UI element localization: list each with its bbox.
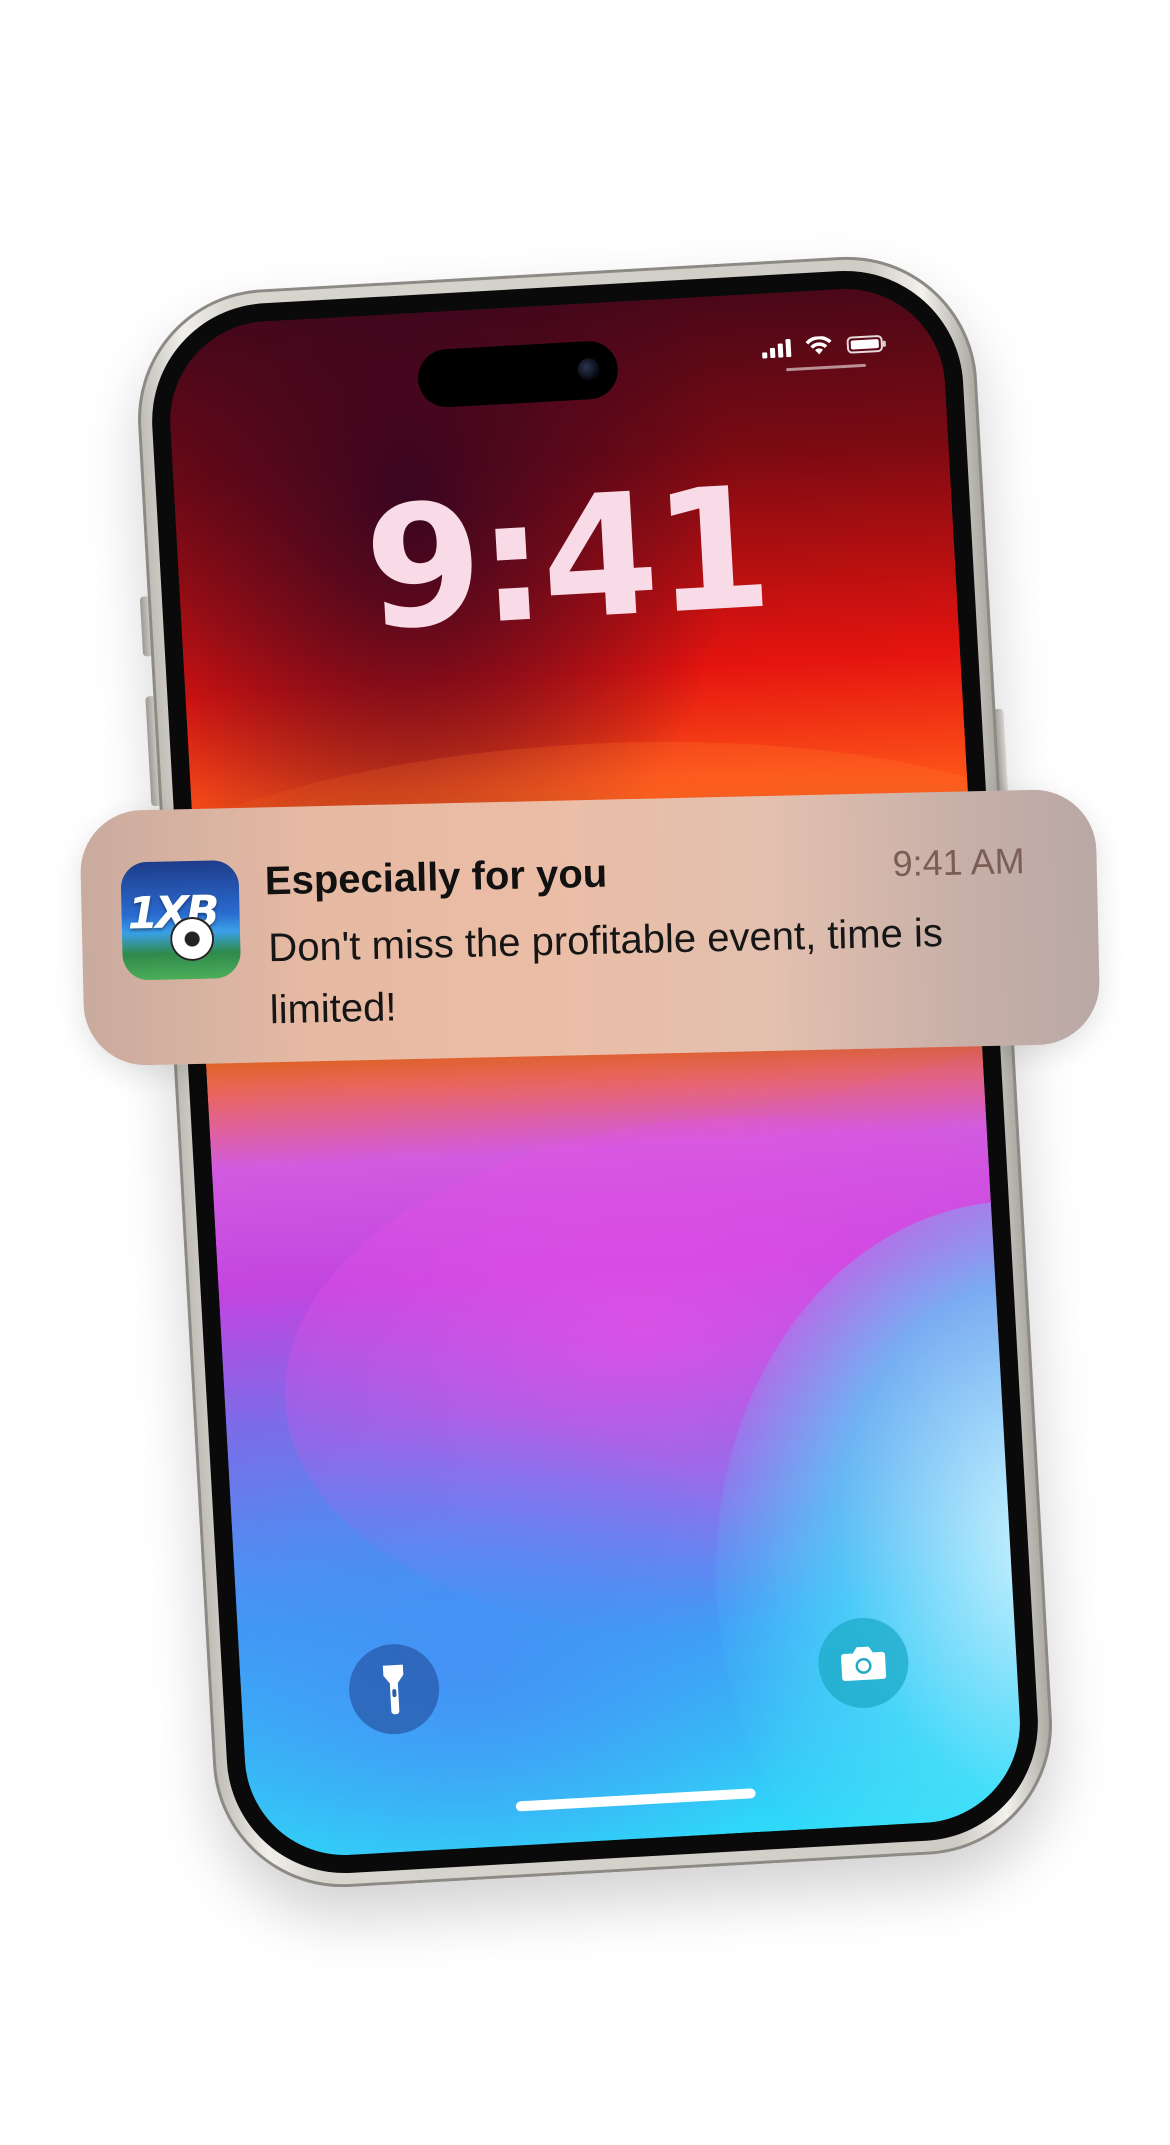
notification-time: 9:41 AM xyxy=(892,840,1026,885)
lock-screen: 9:41 xyxy=(164,283,1026,1861)
lock-screen-clock: 9:41 xyxy=(360,449,773,668)
soccer-ball-icon xyxy=(169,916,215,962)
cellular-signal-icon xyxy=(761,338,792,359)
front-camera-lens xyxy=(577,357,601,381)
notification-title: Especially for you xyxy=(264,851,608,904)
control-center-indicator xyxy=(786,363,867,372)
battery-icon xyxy=(846,334,884,354)
push-notification[interactable]: 1XB Especially for you 9:41 AM Don't mis… xyxy=(79,788,1101,1067)
dynamic-island xyxy=(416,339,620,409)
status-bar xyxy=(761,333,884,360)
wifi-icon xyxy=(805,335,832,355)
1xbet-app-icon: 1XB xyxy=(120,859,242,981)
notification-body: Don't miss the profitable event, time is… xyxy=(267,911,944,1033)
camera-icon xyxy=(841,1646,887,1681)
flashlight-icon xyxy=(382,1664,404,1715)
phone: 9:41 xyxy=(130,249,1060,1895)
